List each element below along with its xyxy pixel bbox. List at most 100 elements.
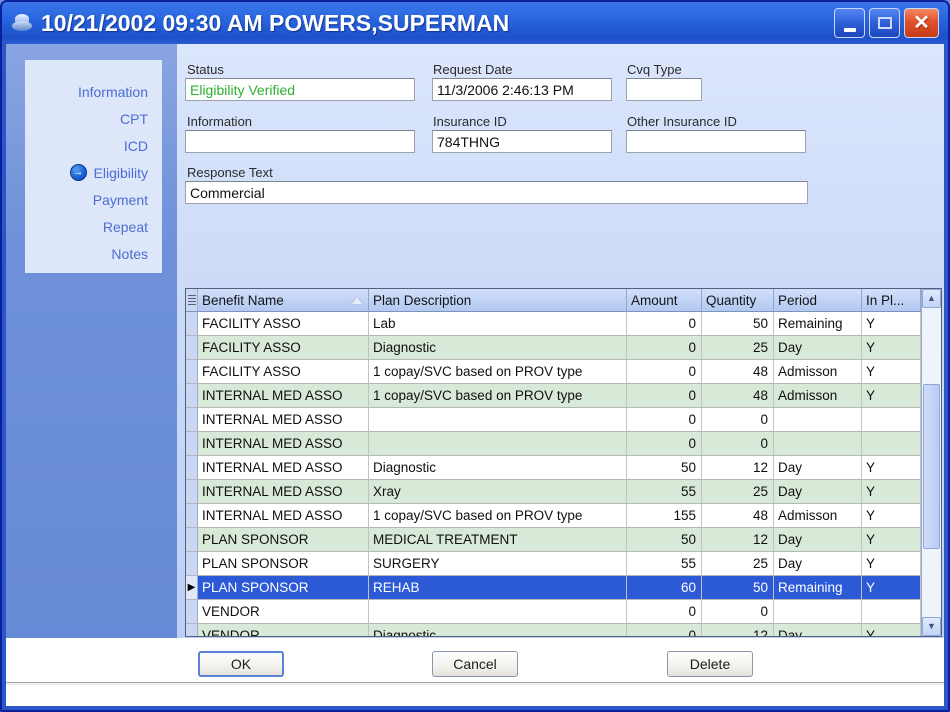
- cell-inplan: Y: [862, 504, 921, 528]
- table-row-selected[interactable]: ▶PLAN SPONSORREHAB6050RemainingY: [186, 576, 941, 600]
- table-row[interactable]: INTERNAL MED ASSOXray5525DayY: [186, 480, 941, 504]
- maximize-button[interactable]: [869, 8, 900, 38]
- row-indicator: [186, 600, 198, 624]
- row-indicator: [186, 408, 198, 432]
- minimize-button[interactable]: [834, 8, 865, 38]
- status-field[interactable]: [185, 78, 415, 101]
- sidebar-item-information[interactable]: Information: [25, 78, 162, 105]
- sidebar-item-repeat[interactable]: Repeat: [25, 213, 162, 240]
- cell-plan: [369, 408, 627, 432]
- table-row[interactable]: PLAN SPONSORSURGERY5525DayY: [186, 552, 941, 576]
- column-header-in-plan[interactable]: In Pl...: [862, 289, 921, 312]
- sidebar-item-notes[interactable]: Notes: [25, 240, 162, 267]
- column-header-period[interactable]: Period: [774, 289, 862, 312]
- cvq-type-field[interactable]: [626, 78, 702, 101]
- table-row[interactable]: INTERNAL MED ASSODiagnostic5012DayY: [186, 456, 941, 480]
- cell-inplan: Y: [862, 624, 921, 637]
- table-row[interactable]: PLAN SPONSORMEDICAL TREATMENT5012DayY: [186, 528, 941, 552]
- column-header-quantity[interactable]: Quantity: [702, 289, 774, 312]
- cell-quantity: 0: [702, 432, 774, 456]
- scrollbar-thumb[interactable]: [923, 384, 940, 549]
- information-label: Information: [187, 114, 252, 129]
- row-indicator: [186, 312, 198, 336]
- cell-amount: 0: [627, 312, 702, 336]
- cell-amount: 60: [627, 576, 702, 600]
- table-row[interactable]: INTERNAL MED ASSO00: [186, 432, 941, 456]
- row-indicator: [186, 480, 198, 504]
- other-insurance-id-field[interactable]: [626, 130, 806, 153]
- cell-benefit: FACILITY ASSO: [198, 360, 369, 384]
- scroll-up-button[interactable]: ▲: [922, 289, 941, 308]
- cell-quantity: 25: [702, 480, 774, 504]
- cell-quantity: 25: [702, 552, 774, 576]
- grid-vertical-scrollbar[interactable]: ▲ ▼: [921, 289, 941, 636]
- cell-amount: 0: [627, 624, 702, 637]
- dialog-body: Information CPT ICD → Eligibility Paymen…: [6, 44, 944, 706]
- title-bar[interactable]: 10/21/2002 09:30 AM POWERS,SUPERMAN ✕: [2, 2, 948, 44]
- sidebar-item-cpt[interactable]: CPT: [25, 105, 162, 132]
- cell-period: [774, 432, 862, 456]
- table-row[interactable]: INTERNAL MED ASSO00: [186, 408, 941, 432]
- sidebar-item-label: CPT: [120, 111, 148, 127]
- cell-period: Day: [774, 624, 862, 637]
- sidebar-item-eligibility[interactable]: → Eligibility: [25, 159, 162, 186]
- grid-header-row: Benefit Name Plan Description Amount Qua…: [186, 289, 941, 312]
- column-header-label: Benefit Name: [202, 293, 284, 308]
- cell-period: Remaining: [774, 576, 862, 600]
- table-row[interactable]: FACILITY ASSOLab050RemainingY: [186, 312, 941, 336]
- table-row[interactable]: VENDOR00: [186, 600, 941, 624]
- cell-benefit: PLAN SPONSOR: [198, 576, 369, 600]
- cell-period: Admisson: [774, 384, 862, 408]
- sidebar-item-icd[interactable]: ICD: [25, 132, 162, 159]
- titlebar-buttons: ✕: [834, 8, 939, 38]
- request-date-field[interactable]: [432, 78, 612, 101]
- sidebar-item-payment[interactable]: Payment: [25, 186, 162, 213]
- cell-inplan: [862, 600, 921, 624]
- scroll-down-button[interactable]: ▼: [922, 617, 941, 636]
- close-button[interactable]: ✕: [904, 8, 939, 38]
- column-header-plan-description[interactable]: Plan Description: [369, 289, 627, 312]
- cell-period: Day: [774, 456, 862, 480]
- table-row[interactable]: FACILITY ASSO1 copay/SVC based on PROV t…: [186, 360, 941, 384]
- table-row[interactable]: VENDORDiagnostic012DayY: [186, 624, 941, 637]
- insurance-id-field[interactable]: [432, 130, 612, 153]
- row-indicator: [186, 528, 198, 552]
- information-field[interactable]: [185, 130, 415, 153]
- cell-plan: [369, 432, 627, 456]
- column-header-amount[interactable]: Amount: [627, 289, 702, 312]
- response-text-field[interactable]: [185, 181, 808, 204]
- row-indicator: [186, 504, 198, 528]
- table-row[interactable]: INTERNAL MED ASSO1 copay/SVC based on PR…: [186, 384, 941, 408]
- cell-period: Day: [774, 480, 862, 504]
- cell-benefit: INTERNAL MED ASSO: [198, 408, 369, 432]
- cell-benefit: VENDOR: [198, 624, 369, 637]
- row-indicator-header[interactable]: [186, 289, 198, 312]
- cell-quantity: 50: [702, 576, 774, 600]
- column-header-benefit-name[interactable]: Benefit Name: [198, 289, 369, 312]
- sort-ascending-icon: [352, 297, 362, 304]
- cell-plan: 1 copay/SVC based on PROV type: [369, 504, 627, 528]
- maximize-icon: [878, 17, 892, 29]
- delete-button[interactable]: Delete: [667, 651, 753, 677]
- cell-plan: REHAB: [369, 576, 627, 600]
- ok-button[interactable]: OK: [198, 651, 284, 677]
- sidebar-item-label: ICD: [124, 138, 148, 154]
- row-indicator: [186, 384, 198, 408]
- cell-quantity: 48: [702, 360, 774, 384]
- row-indicator: ▶: [186, 576, 198, 600]
- cell-amount: 0: [627, 600, 702, 624]
- sidebar: Information CPT ICD → Eligibility Paymen…: [25, 60, 162, 273]
- cell-amount: 0: [627, 336, 702, 360]
- cell-plan: Diagnostic: [369, 456, 627, 480]
- cell-inplan: [862, 432, 921, 456]
- cell-amount: 0: [627, 408, 702, 432]
- table-row[interactable]: INTERNAL MED ASSO1 copay/SVC based on PR…: [186, 504, 941, 528]
- chevron-down-icon: ▼: [927, 622, 936, 631]
- cell-amount: 55: [627, 552, 702, 576]
- cell-plan: SURGERY: [369, 552, 627, 576]
- cell-plan: Xray: [369, 480, 627, 504]
- cell-amount: 0: [627, 384, 702, 408]
- cell-quantity: 0: [702, 600, 774, 624]
- table-row[interactable]: FACILITY ASSODiagnostic025DayY: [186, 336, 941, 360]
- cancel-button[interactable]: Cancel: [432, 651, 518, 677]
